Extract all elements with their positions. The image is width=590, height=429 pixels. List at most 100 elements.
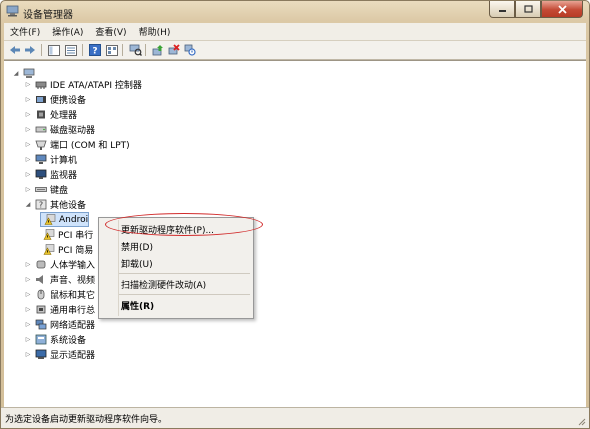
collapse-arrow-icon[interactable]: ◢ [12,70,20,77]
expand-arrow-icon[interactable]: ▷ [24,321,32,328]
device-tree-panel: ◢ ▷ IDE ATA/ATAPI 控制器 ▷ 便携设备 ▷ 处理器 ▷ 磁盘驱… [4,60,586,409]
tree-node-label: 键盘 [50,186,69,196]
tree-node-pci-serial[interactable]: PCI 串行 [40,227,93,242]
collapse-arrow-icon[interactable]: ◢ [24,201,32,208]
expand-arrow-icon[interactable]: ▷ [24,291,32,298]
expand-arrow-icon[interactable]: ▷ [24,81,32,88]
scan-hardware-button[interactable] [128,43,142,57]
menu-file[interactable]: 文件(F) [4,25,46,38]
tree-node-label: 其他设备 [50,201,87,211]
tree-node-network-adapters[interactable]: ▷ 网络适配器 [24,317,95,332]
context-menu-separator [119,273,250,274]
close-button[interactable] [541,1,583,18]
help-button[interactable]: ? [88,43,102,57]
toolbar-separator [41,44,42,56]
view-button[interactable] [105,43,119,57]
tree-node-portable-devices[interactable]: ▷ 便携设备 [24,92,86,107]
uninstall-button[interactable] [167,43,181,57]
device-manager-window: 设备管理器 文件(F) 操作(A) 查看(V) 帮助(H) ? ◢ ▷ IDE … [0,0,590,429]
tree-node-label: 计算机 [50,156,78,166]
expand-arrow-icon[interactable]: ▷ [24,111,32,118]
tree-node-monitors[interactable]: ▷ 监视器 [24,167,77,182]
expand-arrow-icon[interactable]: ▷ [24,306,32,313]
menu-item-uninstall[interactable]: 卸载(U) [121,257,153,270]
list-view-icon [65,44,77,56]
expand-arrow-icon[interactable]: ▷ [24,171,32,178]
expand-arrow-icon[interactable]: ▷ [24,336,32,343]
forward-arrow-icon [25,46,35,54]
tree-node-label: 声音、视频 [50,276,96,286]
menu-action[interactable]: 操作(A) [46,25,89,38]
window-controls [489,1,583,19]
tree-node-label: 人体学输入 [50,261,96,271]
forward-button[interactable] [23,43,37,57]
tree-node-android-selected[interactable]: Androi [40,212,90,227]
title-bar[interactable]: 设备管理器 [1,1,589,23]
hid-icon [36,260,46,269]
expand-arrow-icon[interactable]: ▷ [24,96,32,103]
expand-arrow-icon[interactable]: ▷ [24,156,32,163]
status-bar: 为选定设备启动更新驱动程序软件向导。 [1,407,589,428]
tree-node-computer[interactable]: ▷ 计算机 [24,152,77,167]
warning-device-icon [43,244,55,255]
resize-grip-icon[interactable] [576,416,586,426]
expand-arrow-icon[interactable]: ▷ [24,186,32,193]
tree-node-label: 监视器 [50,171,78,181]
back-button[interactable] [8,43,22,57]
tree-node-system-devices[interactable]: ▷ 系统设备 [24,332,86,347]
properties-view-button[interactable] [64,43,78,57]
uninstall-icon [168,44,180,55]
expand-arrow-icon[interactable]: ▷ [24,261,32,268]
tree-node-pci-simple[interactable]: PCI 简易 [40,242,93,257]
tree-node-label: 网络适配器 [50,321,96,331]
system-device-icon [35,334,47,345]
warning-device-icon [44,214,56,225]
network-adapter-icon [35,319,47,330]
svg-text:?: ? [92,47,97,57]
tree-node-label: Androi [59,214,89,225]
tree-node-ide[interactable]: ▷ IDE ATA/ATAPI 控制器 [24,77,142,92]
toolbar-separator [122,44,123,56]
tree-node-processors[interactable]: ▷ 处理器 [24,107,77,122]
expand-arrow-icon[interactable]: ▷ [24,126,32,133]
show-hide-tree-button[interactable] [47,43,61,57]
menu-bar: 文件(F) 操作(A) 查看(V) 帮助(H) [4,23,586,41]
toolbar: ? [4,41,586,60]
expand-arrow-icon[interactable]: ▷ [24,276,32,283]
menu-item-properties[interactable]: 属性(R) [121,299,154,312]
disk-drive-icon [35,126,47,133]
tree-node-label: 端口 (COM 和 LPT) [50,141,130,151]
tree-node-other-devices[interactable]: ◢ ? 其他设备 [24,197,86,212]
update-driver-button[interactable] [151,43,165,57]
tree-node-display-adapters[interactable]: ▷ 显示适配器 [24,347,95,362]
tree-node-label: 显示适配器 [50,351,96,361]
tree-node-label: 鼠标和其它 [50,291,96,301]
minimize-button[interactable] [489,1,515,18]
tree-node-sound[interactable]: ▷ 声音、视频 [24,272,95,287]
maximize-button[interactable] [515,1,541,18]
toolbar-separator [145,44,146,56]
tree-node-label: PCI 简易 [58,246,94,256]
back-arrow-icon [10,46,20,54]
keyboard-icon [35,187,47,192]
expand-arrow-icon[interactable]: ▷ [24,351,32,358]
tree-node-label: 系统设备 [50,336,87,346]
close-icon [557,4,567,14]
highlight-ellipse [105,213,263,236]
tree-node-label: 通用串行总 [50,306,96,316]
menu-item-scan-hardware[interactable]: 扫描检测硬件改动(A) [121,278,206,291]
device-manager-icon [6,5,19,17]
tree-node-usb[interactable]: ▷ 通用串行总 [24,302,95,317]
tree-node-disk-drives[interactable]: ▷ 磁盘驱动器 [24,122,95,137]
expand-arrow-icon[interactable]: ▷ [24,141,32,148]
menu-item-disable[interactable]: 禁用(D) [121,240,153,253]
minimize-icon [498,10,506,12]
tree-node-keyboards[interactable]: ▷ 键盘 [24,182,68,197]
menu-view[interactable]: 查看(V) [89,25,132,38]
tree-node-ports[interactable]: ▷ 端口 (COM 和 LPT) [24,137,130,152]
disable-button[interactable] [183,43,197,57]
menu-help[interactable]: 帮助(H) [133,25,177,38]
tree-node-mice[interactable]: ▷ 鼠标和其它 [24,287,95,302]
mouse-icon [37,289,45,300]
tree-node-hid[interactable]: ▷ 人体学输入 [24,257,95,272]
